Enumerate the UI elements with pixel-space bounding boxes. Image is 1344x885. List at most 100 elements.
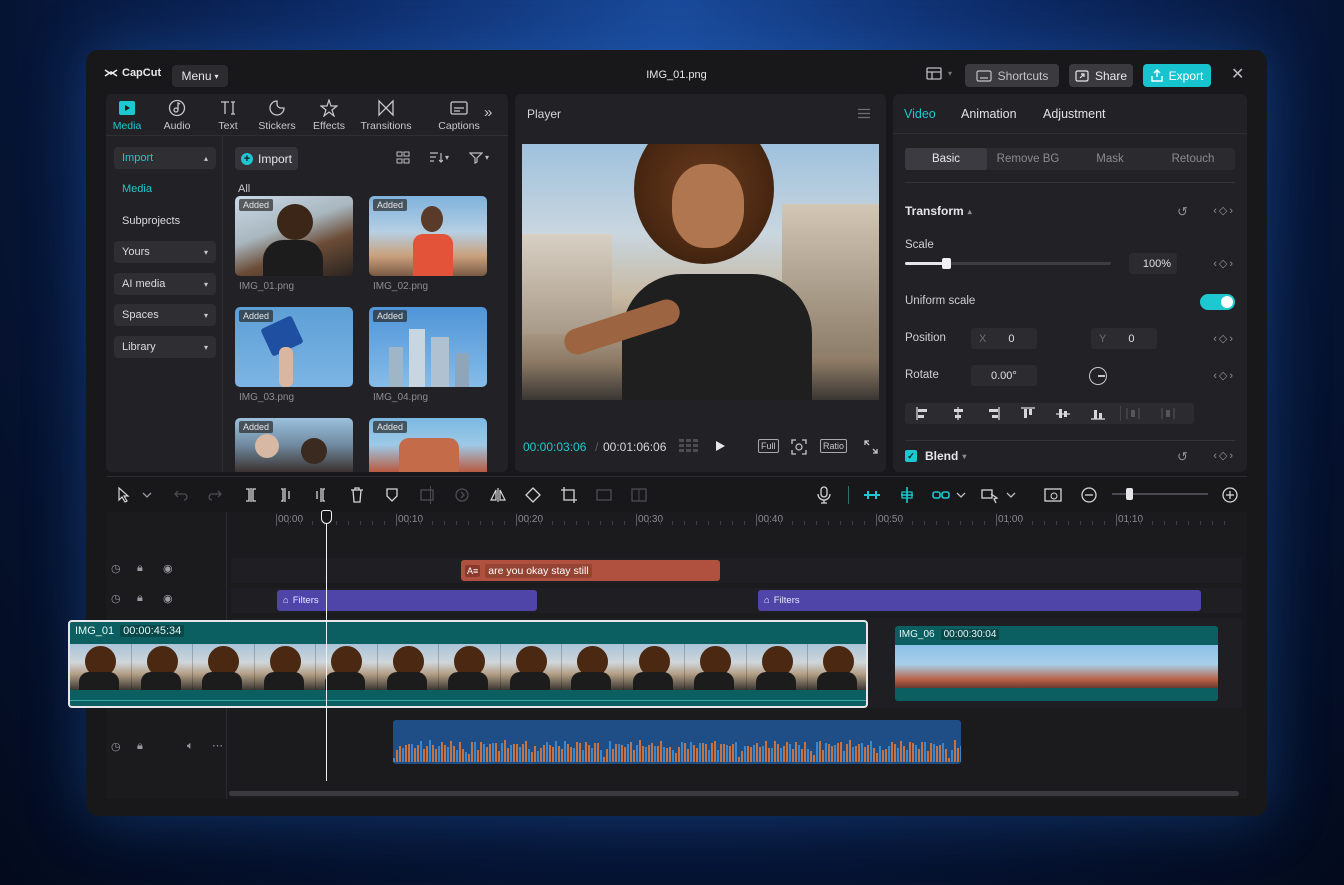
sidebar-item-media[interactable]: Media	[122, 183, 152, 195]
freeze-icon[interactable]	[418, 486, 436, 504]
import-button[interactable]: + Import	[235, 147, 298, 170]
video-clip-img06[interactable]: IMG_06 00:00:30:04	[895, 626, 1218, 701]
distribute-v-icon[interactable]	[1160, 406, 1176, 421]
filter-button[interactable]: ▾	[469, 151, 489, 164]
position-x-field[interactable]: X 0	[971, 328, 1037, 349]
track-timer-icon[interactable]: ◷	[111, 562, 121, 575]
filter-clip[interactable]: ⌂ Filters	[277, 590, 537, 611]
distribute-h-icon[interactable]	[1125, 406, 1141, 421]
media-thumb-img01[interactable]: Added	[235, 196, 353, 276]
select-cursor-icon[interactable]	[116, 486, 134, 504]
tab-transitions[interactable]: Transitions	[355, 99, 417, 132]
track-timer-icon[interactable]: ◷	[111, 592, 121, 605]
tab-stickers[interactable]: Stickers	[254, 99, 300, 132]
reverse-icon[interactable]	[453, 486, 471, 504]
chevron-down-icon[interactable]	[1002, 486, 1020, 504]
media-thumb-img06[interactable]: Added	[369, 418, 487, 472]
reset-icon[interactable]: ↺	[1177, 204, 1188, 220]
zoom-slider[interactable]	[1112, 488, 1208, 500]
preview-axis-icon[interactable]	[981, 486, 999, 504]
keyframe-icon[interactable]: ‹◇›	[1213, 449, 1235, 462]
scale-slider[interactable]	[905, 258, 1111, 269]
video-preview[interactable]	[522, 144, 879, 400]
text-clip[interactable]: A≡ are you okay stay still	[461, 560, 720, 581]
zoom-out-icon[interactable]	[1080, 486, 1098, 504]
chevron-down-icon[interactable]	[138, 486, 156, 504]
chevron-down-icon[interactable]	[952, 486, 970, 504]
crop-icon[interactable]	[560, 486, 578, 504]
redo-icon[interactable]	[206, 486, 224, 504]
blend-section-header[interactable]: Blend ▾	[925, 449, 966, 463]
sidebar-item-import[interactable]: Import ▴	[114, 147, 216, 169]
transform-section-header[interactable]: Transform ▴	[905, 204, 972, 218]
grid-view-icon[interactable]	[396, 151, 410, 167]
align-bottom-icon[interactable]	[1090, 406, 1106, 421]
microphone-icon[interactable]	[815, 486, 833, 504]
tab-adjustment[interactable]: Adjustment	[1043, 107, 1106, 121]
fullscreen-icon[interactable]	[864, 440, 878, 457]
sidebar-item-library[interactable]: Library ▾	[114, 336, 216, 358]
media-thumb-img02[interactable]: Added	[369, 196, 487, 276]
align-center-v-icon[interactable]	[1055, 406, 1071, 421]
sidebar-item-yours[interactable]: Yours ▾	[114, 241, 216, 263]
media-thumb-img05[interactable]: Added	[235, 418, 353, 472]
timeline-scrollbar[interactable]	[229, 791, 1239, 796]
ratio-button[interactable]: Ratio	[820, 439, 848, 453]
zoom-slider-handle[interactable]	[1126, 488, 1134, 500]
main-track-magnet-icon[interactable]	[863, 486, 881, 504]
align-left-icon[interactable]	[915, 406, 931, 421]
lock-icon[interactable]: 🔒︎	[137, 740, 143, 753]
close-icon[interactable]: ✕	[1231, 67, 1244, 83]
tab-video[interactable]: Video	[904, 107, 936, 121]
uniform-scale-toggle[interactable]	[1200, 294, 1235, 310]
export-button[interactable]: Export	[1143, 64, 1211, 87]
rotate-icon[interactable]	[524, 486, 542, 504]
keyframe-icon[interactable]: ‹◇›	[1213, 332, 1235, 345]
position-y-field[interactable]: Y 0	[1091, 328, 1157, 349]
play-icon[interactable]	[715, 440, 726, 455]
subtab-mask[interactable]: Mask	[1069, 148, 1151, 170]
eye-icon[interactable]: ◉	[163, 562, 173, 575]
auto-reframe-icon[interactable]	[595, 486, 613, 504]
split-left-icon[interactable]	[276, 486, 294, 504]
lock-icon[interactable]: 🔒︎	[137, 562, 143, 575]
full-button[interactable]: Full	[758, 439, 779, 453]
shortcuts-button[interactable]: Shortcuts	[965, 64, 1059, 87]
eye-icon[interactable]: ◉	[163, 592, 173, 605]
tab-captions[interactable]: Captions	[434, 99, 484, 132]
more-options-icon[interactable]: ⋯	[212, 739, 223, 752]
media-thumb-img04[interactable]: Added	[369, 307, 487, 387]
align-center-h-icon[interactable]	[950, 406, 966, 421]
media-thumb-img03[interactable]: Added	[235, 307, 353, 387]
split-right-icon[interactable]	[312, 486, 330, 504]
tab-media[interactable]: Media	[106, 99, 150, 132]
tab-effects[interactable]: Effects	[306, 98, 352, 132]
keyframe-icon[interactable]: ‹◇›	[1213, 257, 1235, 270]
lock-icon[interactable]: 🔒︎	[137, 592, 143, 605]
scale-slider-handle[interactable]	[942, 258, 952, 269]
audio-track-icon[interactable]: ◷	[111, 740, 121, 753]
align-top-icon[interactable]	[1020, 406, 1036, 421]
playhead-handle[interactable]	[321, 510, 332, 524]
filter-clip[interactable]: ⌂ Filters	[758, 590, 1201, 611]
reset-icon[interactable]: ↺	[1177, 449, 1188, 465]
delete-icon[interactable]	[348, 486, 366, 504]
tab-text[interactable]: Text	[205, 99, 251, 132]
tab-animation[interactable]: Animation	[961, 107, 1017, 121]
subtab-retouch[interactable]: Retouch	[1151, 148, 1235, 170]
sidebar-item-ai-media[interactable]: AI media ▾	[114, 273, 216, 295]
rotate-field[interactable]: 0.00°	[971, 365, 1037, 386]
frame-grid-icon[interactable]	[679, 439, 699, 456]
align-right-icon[interactable]	[985, 406, 1001, 421]
keyframe-icon[interactable]: ‹◇›	[1213, 369, 1235, 382]
hamburger-menu-icon[interactable]	[857, 108, 871, 122]
sidebar-item-subprojects[interactable]: Subprojects	[122, 215, 180, 227]
linkage-icon[interactable]	[932, 486, 950, 504]
playhead[interactable]	[326, 510, 327, 781]
subtab-remove-bg[interactable]: Remove BG	[987, 148, 1069, 170]
marker-icon[interactable]	[383, 486, 401, 504]
keyframe-icon[interactable]: ‹◇›	[1213, 204, 1235, 217]
replace-icon[interactable]	[630, 486, 648, 504]
more-tabs-icon[interactable]: »	[484, 104, 492, 121]
tab-audio[interactable]: Audio	[154, 99, 200, 132]
